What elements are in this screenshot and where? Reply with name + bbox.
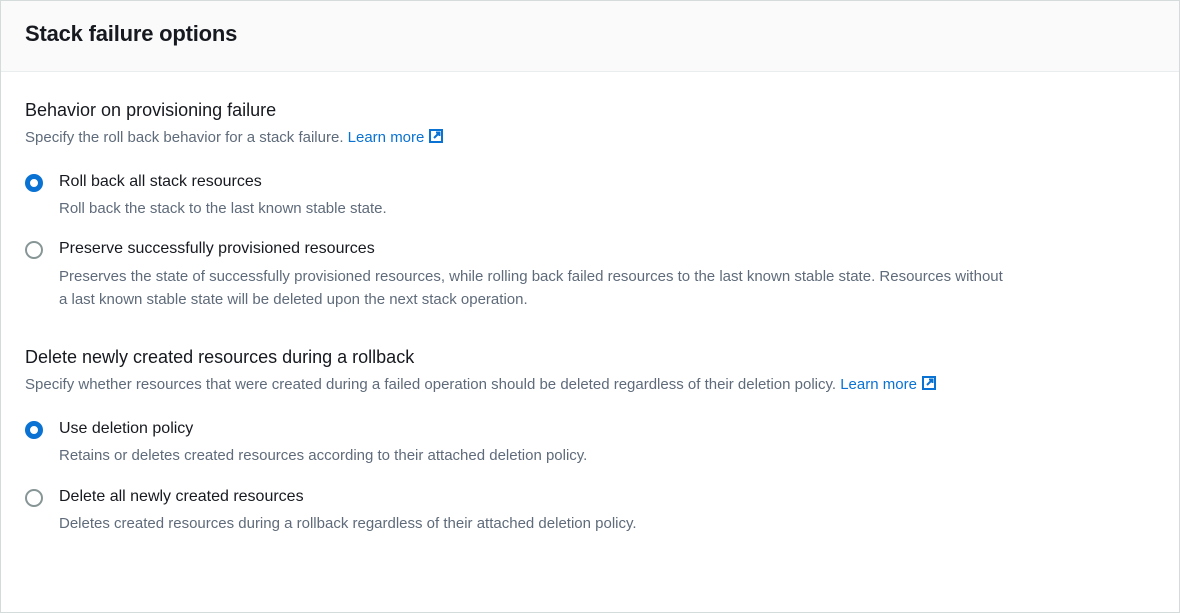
section-desc-provisioning: Specify the roll back behavior for a sta… bbox=[25, 127, 1155, 151]
radio-content: Use deletion policy Retains or deletes c… bbox=[59, 418, 1005, 468]
radio-description: Roll back the stack to the last known st… bbox=[59, 197, 1005, 220]
panel-body: Behavior on provisioning failure Specify… bbox=[1, 72, 1179, 595]
section-heading-delete: Delete newly created resources during a … bbox=[25, 347, 1155, 368]
radio-label: Use deletion policy bbox=[59, 418, 1005, 440]
section-provisioning-failure: Behavior on provisioning failure Specify… bbox=[25, 100, 1155, 311]
radio-label: Delete all newly created resources bbox=[59, 486, 1005, 508]
radio-option-rollback-all[interactable]: Roll back all stack resources Roll back … bbox=[25, 171, 1005, 221]
external-link-icon bbox=[921, 375, 937, 398]
learn-more-link-delete[interactable]: Learn more bbox=[840, 376, 937, 393]
radio-option-delete-all[interactable]: Delete all newly created resources Delet… bbox=[25, 486, 1005, 536]
radio-description: Retains or deletes created resources acc… bbox=[59, 444, 1005, 467]
radio-content: Delete all newly created resources Delet… bbox=[59, 486, 1005, 536]
external-link-icon bbox=[428, 128, 444, 151]
section-desc-text: Specify the roll back behavior for a sta… bbox=[25, 129, 348, 146]
radio-content: Roll back all stack resources Roll back … bbox=[59, 171, 1005, 221]
radio-indicator bbox=[25, 421, 43, 439]
learn-more-link-provisioning[interactable]: Learn more bbox=[348, 129, 445, 146]
radio-indicator bbox=[25, 174, 43, 192]
radio-content: Preserve successfully provisioned resour… bbox=[59, 238, 1005, 311]
radio-indicator bbox=[25, 241, 43, 259]
radio-option-preserve[interactable]: Preserve successfully provisioned resour… bbox=[25, 238, 1005, 311]
radio-label: Preserve successfully provisioned resour… bbox=[59, 238, 1005, 260]
radio-label: Roll back all stack resources bbox=[59, 171, 1005, 193]
section-desc-text: Specify whether resources that were crea… bbox=[25, 376, 840, 393]
section-heading-provisioning: Behavior on provisioning failure bbox=[25, 100, 1155, 121]
stack-failure-panel: Stack failure options Behavior on provis… bbox=[0, 0, 1180, 613]
section-desc-delete: Specify whether resources that were crea… bbox=[25, 374, 1155, 398]
learn-more-text: Learn more bbox=[348, 129, 425, 146]
radio-option-use-deletion-policy[interactable]: Use deletion policy Retains or deletes c… bbox=[25, 418, 1005, 468]
radio-indicator bbox=[25, 489, 43, 507]
learn-more-text: Learn more bbox=[840, 376, 917, 393]
panel-title: Stack failure options bbox=[25, 21, 1155, 47]
radio-group-provisioning: Roll back all stack resources Roll back … bbox=[25, 171, 1155, 312]
section-delete-resources: Delete newly created resources during a … bbox=[25, 347, 1155, 535]
radio-group-delete: Use deletion policy Retains or deletes c… bbox=[25, 418, 1155, 535]
panel-header: Stack failure options bbox=[1, 1, 1179, 72]
radio-description: Preserves the state of successfully prov… bbox=[59, 265, 1005, 312]
radio-description: Deletes created resources during a rollb… bbox=[59, 512, 1005, 535]
